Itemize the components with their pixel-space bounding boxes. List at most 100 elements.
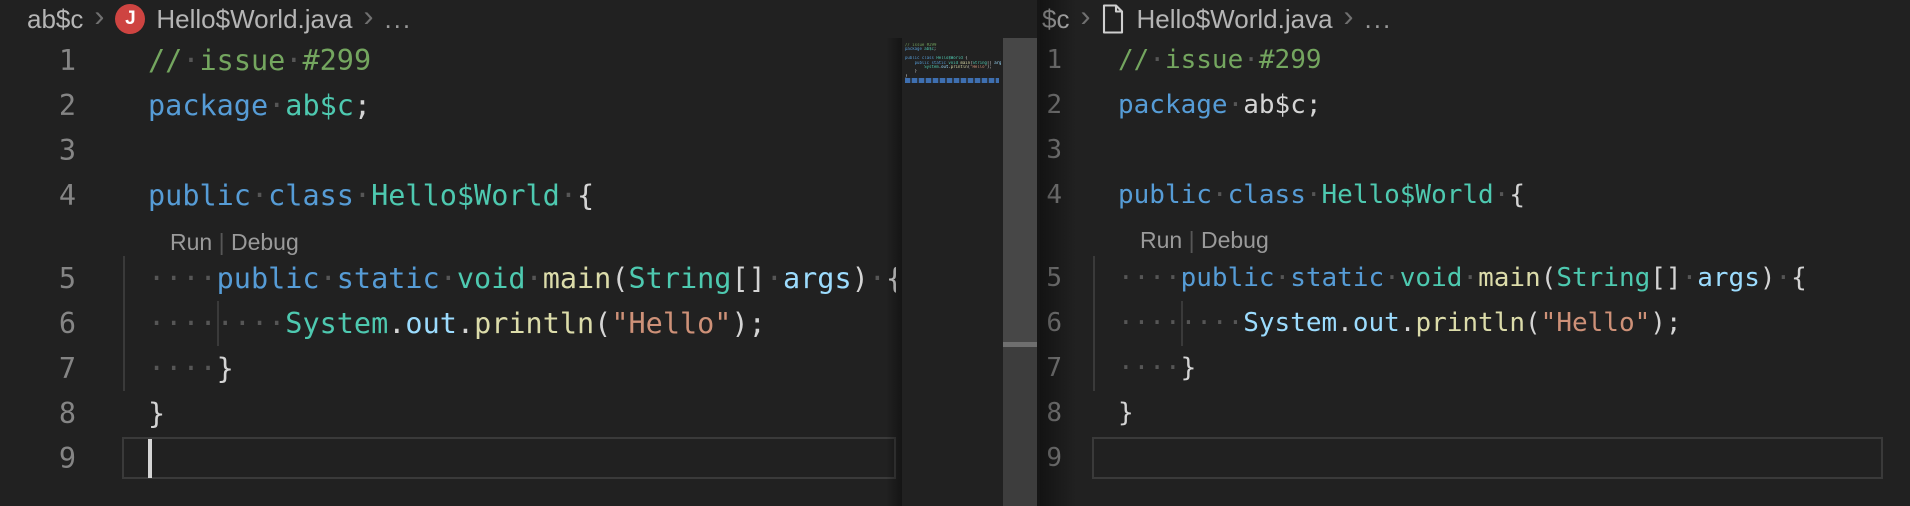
code-line: 3	[1040, 128, 1910, 173]
scrollbar-slider[interactable]	[1003, 38, 1037, 342]
code-tokens: package·ab$c;	[122, 83, 371, 128]
line-number[interactable]: 7	[0, 346, 76, 391]
token-keyword: class	[1228, 180, 1306, 210]
breadcrumb-overflow[interactable]: ...	[384, 4, 412, 35]
token-type: void	[457, 262, 526, 295]
token-keyword: class	[268, 179, 354, 212]
minimap-token: #299	[927, 43, 937, 47]
token-ws: ····	[148, 352, 217, 385]
token-punct: .	[1337, 308, 1353, 338]
line-number[interactable]: 2	[1040, 83, 1062, 128]
vertical-scrollbar[interactable]	[1003, 38, 1037, 506]
token-punct: (	[594, 307, 611, 340]
token-punct: []	[1650, 263, 1681, 293]
minimap-token: Hello$World	[936, 56, 963, 60]
breadcrumb-file[interactable]: Hello$World.java	[156, 4, 352, 35]
code-text[interactable]: //·issue·#299	[1092, 38, 1883, 83]
token-variable: out	[1353, 308, 1400, 338]
code-text[interactable]: ····public·static·void·main(String[]·arg…	[122, 256, 896, 301]
line-number[interactable]: 3	[1040, 128, 1062, 173]
code-text[interactable]: ····public·static·void·main(String[]·arg…	[1092, 256, 1883, 301]
current-line-highlight	[1092, 437, 1883, 479]
code-text[interactable]: ····}	[1092, 346, 1883, 391]
token-punct: .	[1400, 308, 1416, 338]
breadcrumb-overflow[interactable]: ...	[1365, 4, 1393, 35]
code-text[interactable]: public·class·Hello$World·{	[122, 173, 896, 218]
token-variable: args	[1697, 263, 1760, 293]
token-keyword: static	[337, 262, 440, 295]
minimap-token: issue	[912, 43, 924, 47]
minimap-token: public	[915, 61, 929, 65]
line-number[interactable]: 8	[0, 391, 76, 436]
code-text[interactable]: package·ab$c;	[122, 83, 896, 128]
code-text[interactable]: ········System.out.println("Hello");	[122, 301, 896, 346]
editor-pane-left: ab$c › J Hello$World.java › ... 1//·issu…	[0, 0, 1037, 506]
code-text[interactable]: ····}	[122, 346, 896, 391]
line-number[interactable]: 7	[1040, 346, 1062, 391]
line-number[interactable]: 2	[0, 83, 76, 128]
code-line: 7 ····}	[1040, 346, 1910, 391]
code-text[interactable]: package·ab$c;	[1092, 83, 1883, 128]
token-comment: issue	[200, 44, 286, 77]
line-number[interactable]: 6	[0, 301, 76, 346]
token-function: main	[543, 262, 612, 295]
line-number[interactable]: 1	[1040, 38, 1062, 83]
line-number[interactable]: 1	[0, 38, 76, 83]
code-text[interactable]: ········System.out.println("Hello");	[1092, 301, 1883, 346]
code-line: 8}	[0, 391, 1037, 436]
code-area-right[interactable]: 1 //·issue·#299 2 package·ab$c; 34 public·cla…	[1040, 0, 1910, 506]
codelens: Run | Debug	[122, 218, 896, 256]
line-number[interactable]: 4	[1040, 173, 1062, 218]
line-number[interactable]: 8	[1040, 391, 1062, 436]
line-number[interactable]: 6	[1040, 301, 1062, 346]
code-tokens: }	[1092, 391, 1134, 436]
token-ws: ····	[1118, 263, 1181, 293]
codelens-separator: |	[212, 229, 231, 255]
token-punct: )	[1760, 263, 1776, 293]
line-number[interactable]: 4	[0, 173, 76, 218]
line-number[interactable]: 5	[1040, 256, 1062, 301]
token-ws: ·	[320, 262, 337, 295]
line-number[interactable]: 9	[1040, 436, 1062, 481]
token-variable: out	[405, 307, 456, 340]
token-ws: ·	[1243, 45, 1259, 75]
breadcrumb-folder[interactable]: $c	[1042, 4, 1069, 35]
scrollbar-track[interactable]	[1003, 347, 1037, 506]
code-text[interactable]	[1092, 128, 1883, 173]
minimap[interactable]: // issue #299package ab$c;public class H…	[902, 38, 1003, 506]
codelens-row: Run | Debug	[1040, 218, 1910, 256]
minimap-token: ;	[934, 47, 936, 51]
code-line: 4 public·class·Hello$World·{	[1040, 173, 1910, 218]
breadcrumb-file[interactable]: Hello$World.java	[1136, 4, 1332, 35]
token-punct: ab$c	[1243, 90, 1306, 120]
code-area-left[interactable]: 1//·issue·#2992package·ab$c;34public·cla…	[0, 0, 1037, 506]
code-text[interactable]: }	[122, 391, 896, 436]
token-comment: #299	[1259, 45, 1322, 75]
chevron-right-icon: ›	[363, 2, 373, 32]
line-number[interactable]: 9	[0, 436, 76, 481]
breadcrumb-folder[interactable]: ab$c	[27, 4, 83, 35]
code-text[interactable]: //·issue·#299	[122, 38, 896, 83]
token-ws: ·	[766, 262, 783, 295]
line-number[interactable]: 3	[0, 128, 76, 173]
token-type: ab$c	[285, 89, 354, 122]
token-ws: ·	[1149, 45, 1165, 75]
code-text[interactable]	[122, 436, 896, 481]
codelens-run-link[interactable]: Run	[170, 229, 212, 255]
token-ws: ·	[1275, 263, 1291, 293]
code-text[interactable]: }	[1092, 391, 1883, 436]
codelens-run-link[interactable]: Run	[1140, 227, 1182, 253]
minimap-shadow	[886, 38, 902, 506]
code-text[interactable]	[1092, 436, 1883, 481]
token-punct: {	[1791, 263, 1807, 293]
code-tokens: ····}	[1092, 346, 1196, 391]
code-line: 7 ····}	[0, 346, 1037, 391]
code-text[interactable]: public·class·Hello$World·{	[1092, 173, 1883, 218]
token-type: void	[1400, 263, 1463, 293]
line-number[interactable]: 5	[0, 256, 76, 301]
text-cursor	[148, 439, 152, 478]
token-ws: ·	[1682, 263, 1698, 293]
code-text[interactable]	[122, 128, 896, 173]
codelens-debug-link[interactable]: Debug	[231, 229, 299, 255]
codelens-debug-link[interactable]: Debug	[1201, 227, 1269, 253]
